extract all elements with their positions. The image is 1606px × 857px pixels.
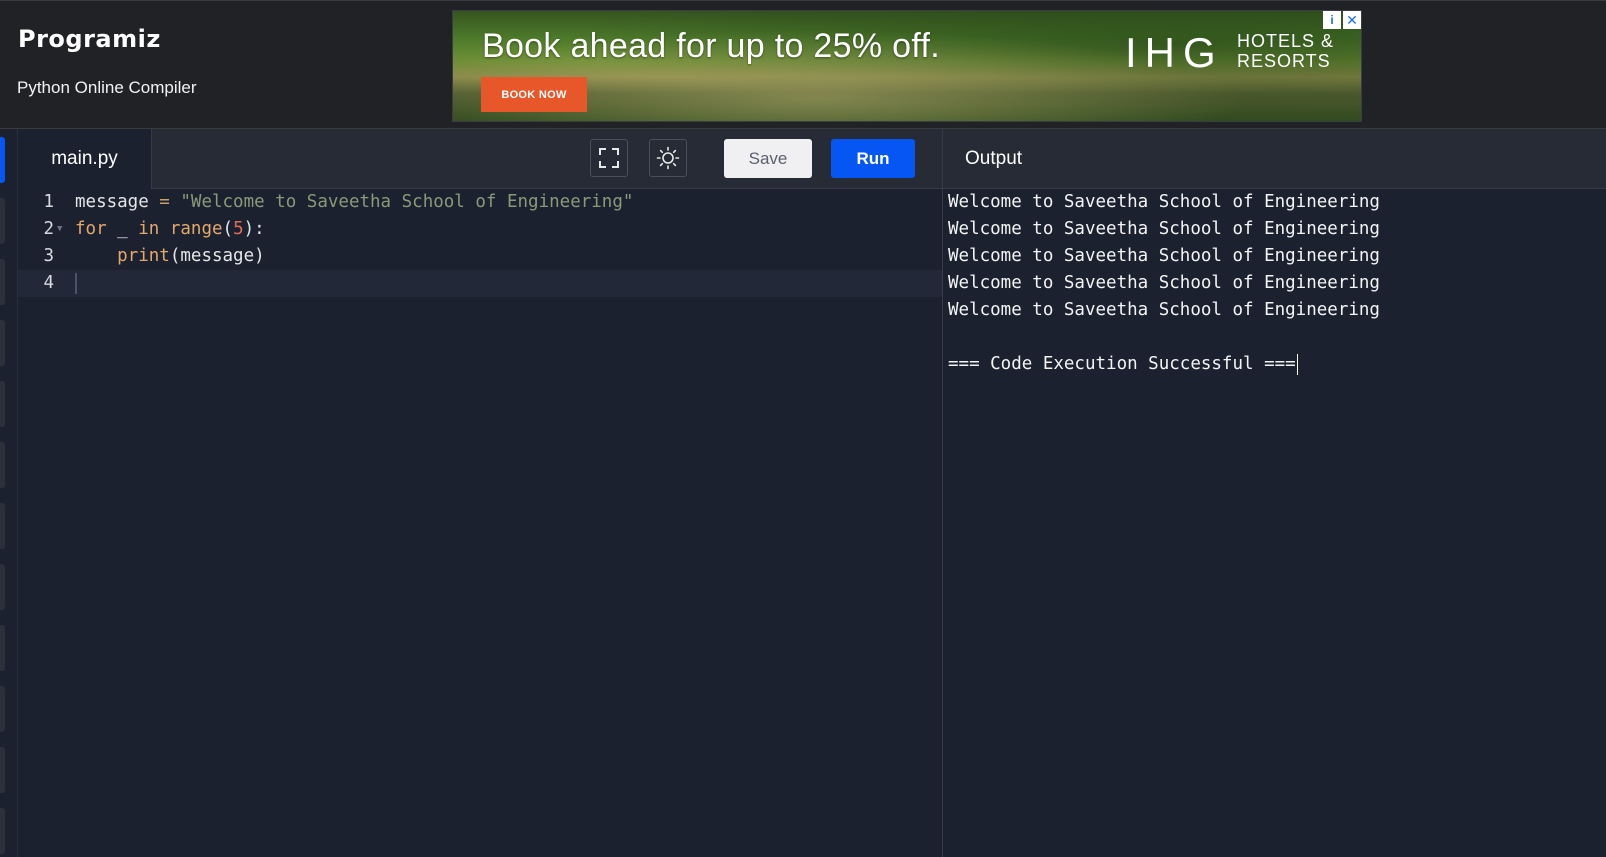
code-token: (message) bbox=[169, 246, 265, 266]
fullscreen-icon bbox=[599, 148, 619, 168]
code-text: message = "Welcome to Saveetha School of… bbox=[75, 189, 633, 216]
output-line: Welcome to Saveetha School of Engineerin… bbox=[948, 219, 1380, 239]
output-line: Welcome to Saveetha School of Engineerin… bbox=[948, 192, 1380, 212]
sidebar-item[interactable] bbox=[0, 625, 5, 671]
code-line[interactable]: 2 ▼ for _ in range(5): bbox=[18, 216, 942, 243]
ad-brand-subtitle: HOTELS & RESORTS bbox=[1237, 31, 1334, 71]
code-line-active[interactable]: 4 bbox=[18, 270, 942, 297]
output-panel[interactable]: Welcome to Saveetha School of Engineerin… bbox=[942, 189, 1606, 857]
sidebar-item[interactable] bbox=[0, 686, 5, 732]
file-tab-main[interactable]: main.py bbox=[18, 129, 152, 189]
advertisement-banner[interactable]: Book ahead for up to 25% off. BOOK NOW I… bbox=[452, 10, 1362, 122]
fullscreen-button[interactable] bbox=[590, 139, 628, 177]
sidebar-item[interactable] bbox=[0, 381, 5, 427]
output-line: Welcome to Saveetha School of Engineerin… bbox=[948, 246, 1380, 266]
save-button[interactable]: Save bbox=[724, 139, 812, 178]
code-editor[interactable]: 1 message = "Welcome to Saveetha School … bbox=[18, 189, 942, 857]
ad-brand-logo: IHG bbox=[1125, 29, 1224, 76]
line-number: 1 bbox=[43, 192, 54, 212]
code-token: ( bbox=[222, 219, 234, 239]
sun-icon bbox=[656, 146, 680, 170]
ad-brand-sub-line1: HOTELS & bbox=[1237, 31, 1335, 51]
sidebar-item[interactable] bbox=[0, 259, 5, 305]
output-line: Welcome to Saveetha School of Engineerin… bbox=[948, 273, 1380, 293]
output-status-line: === Code Execution Successful === bbox=[948, 351, 1298, 378]
run-button[interactable]: Run bbox=[831, 139, 915, 178]
code-line[interactable]: 1 message = "Welcome to Saveetha School … bbox=[18, 189, 942, 216]
theme-toggle-button[interactable] bbox=[649, 139, 687, 177]
language-sidebar bbox=[0, 129, 18, 857]
top-header: Programiz Python Online Compiler Book ah… bbox=[0, 0, 1606, 129]
sidebar-item[interactable] bbox=[0, 198, 5, 244]
code-text: print(message) bbox=[75, 243, 265, 270]
ad-info-icon[interactable]: i bbox=[1323, 11, 1341, 29]
code-token: in bbox=[138, 219, 160, 239]
output-title: Output bbox=[965, 148, 1023, 169]
code-token: "Welcome to Saveetha School of Engineeri… bbox=[180, 192, 634, 212]
editor-toolbar: main.py Save Run bbox=[18, 129, 942, 189]
line-number: 3 bbox=[43, 246, 54, 266]
terminal-cursor bbox=[1296, 353, 1298, 375]
code-token: for bbox=[75, 219, 107, 239]
page-subtitle: Python Online Compiler bbox=[17, 78, 197, 97]
ad-brand-sub-line2: RESORTS bbox=[1237, 51, 1331, 71]
line-number: 2 bbox=[43, 219, 54, 239]
sidebar-item-python[interactable] bbox=[0, 137, 5, 183]
code-token: 5 bbox=[233, 219, 244, 239]
code-token: message bbox=[75, 192, 149, 212]
ad-book-now-button[interactable]: BOOK NOW bbox=[481, 77, 587, 112]
sidebar-item[interactable] bbox=[0, 320, 5, 366]
sidebar-item[interactable] bbox=[0, 503, 5, 549]
code-token: = bbox=[148, 192, 181, 212]
sidebar-item[interactable] bbox=[0, 747, 5, 793]
execution-status: === Code Execution Successful === bbox=[948, 354, 1296, 374]
sidebar-item[interactable] bbox=[0, 564, 5, 610]
text-cursor bbox=[75, 273, 77, 294]
fold-arrow-icon[interactable]: ▼ bbox=[57, 216, 62, 243]
code-token: ): bbox=[243, 219, 265, 239]
ad-close-icon[interactable]: ✕ bbox=[1343, 11, 1361, 29]
code-token: range bbox=[169, 219, 223, 239]
output-header: Output bbox=[942, 129, 1606, 189]
sidebar-item[interactable] bbox=[0, 442, 5, 488]
sidebar-item[interactable] bbox=[0, 808, 5, 854]
code-text: for _ in range(5): bbox=[75, 216, 265, 243]
code-token: print bbox=[117, 246, 170, 266]
line-number: 4 bbox=[43, 273, 54, 293]
ad-headline: Book ahead for up to 25% off. bbox=[482, 27, 940, 65]
code-line[interactable]: 3 print(message) bbox=[18, 243, 942, 270]
code-token: _ bbox=[106, 219, 139, 239]
output-line: Welcome to Saveetha School of Engineerin… bbox=[948, 300, 1380, 320]
programiz-logo[interactable]: Programiz bbox=[18, 25, 161, 53]
